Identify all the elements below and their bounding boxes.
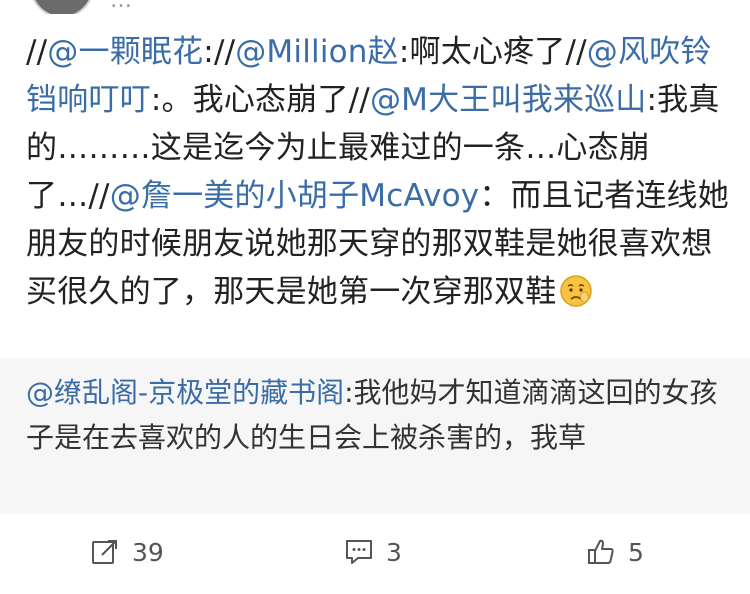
avatar[interactable] (30, 0, 94, 14)
sad-face-emoji-icon (558, 273, 594, 309)
mention-link[interactable]: @Million赵 (235, 34, 399, 70)
quoted-comment[interactable]: @缭乱阁-京极堂的藏书阁:我他妈才知道滴滴这回的女孩子是在去喜欢的人的生日会上被… (0, 358, 750, 514)
quoted-comment-body: @缭乱阁-京极堂的藏书阁:我他妈才知道滴滴这回的女孩子是在去喜欢的人的生日会上被… (26, 370, 726, 460)
like-count: 5 (628, 537, 644, 567)
mention-link[interactable]: @一颗眠花 (47, 34, 203, 70)
post-text: :啊太心疼了// (398, 34, 587, 70)
action-bar: 39 3 5 (0, 514, 750, 594)
post-meta-text: … (110, 0, 132, 13)
comment-icon (346, 540, 372, 564)
post-text: :。我心态崩了// (150, 82, 370, 118)
repost-count: 39 (132, 537, 164, 567)
repost-icon (92, 540, 117, 564)
quoted-author-link[interactable]: @缭乱阁-京极堂的藏书阁 (26, 376, 344, 409)
mention-link[interactable]: @M大王叫我来巡山 (370, 82, 647, 118)
post-text: :// (203, 34, 236, 70)
like-button[interactable]: 5 (586, 534, 644, 570)
post-text: // (26, 34, 48, 70)
previous-post-header-cutoff: … (0, 0, 750, 14)
repost-button[interactable]: 39 (90, 534, 164, 570)
post-body: //@一颗眠花://@Million赵:啊太心疼了//@风吹铃铛响叮叮:。我心态… (26, 28, 732, 316)
thumbs-up-icon (588, 539, 614, 564)
mention-link[interactable]: @詹一美的小胡子McAvoy (110, 178, 480, 214)
comment-button[interactable]: 3 (344, 534, 402, 570)
comment-count: 3 (386, 537, 402, 567)
